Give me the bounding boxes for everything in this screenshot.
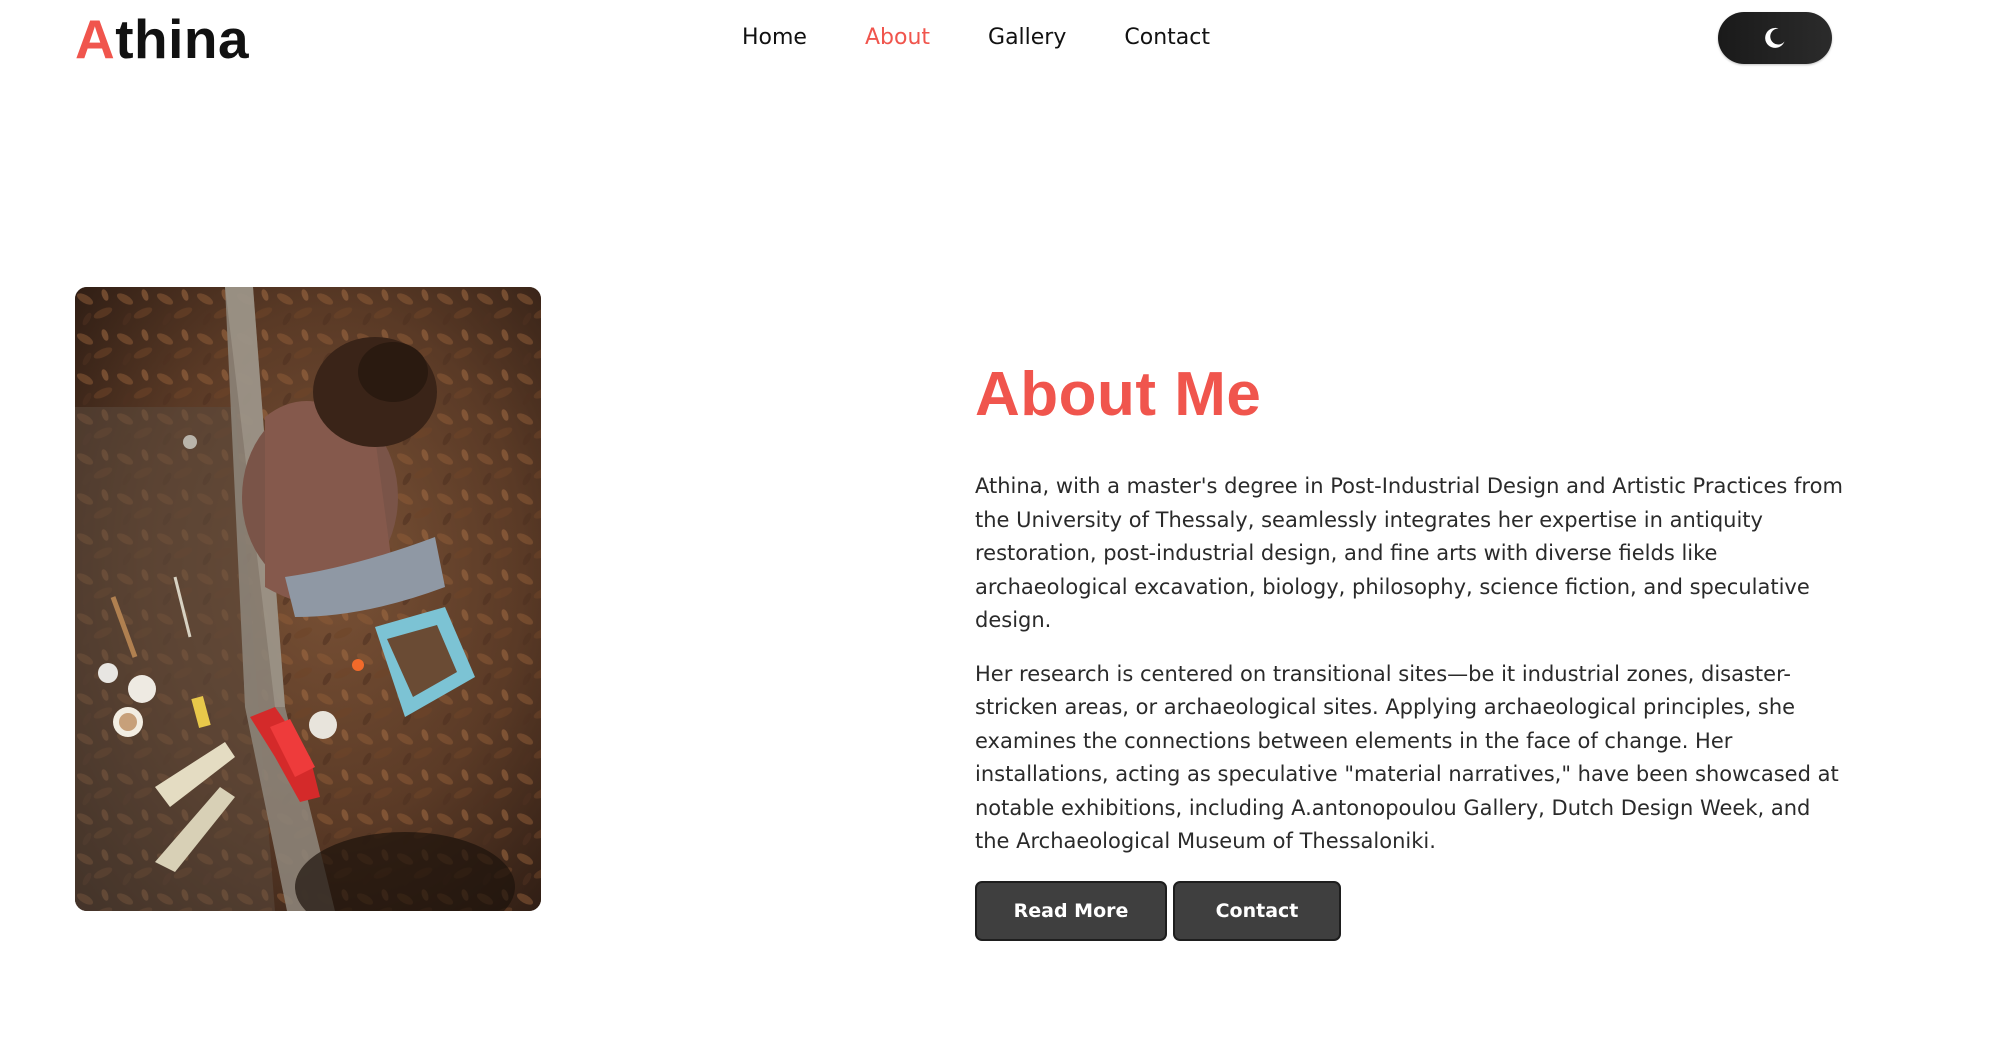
photo-illustration (75, 287, 541, 911)
nav-contact[interactable]: Contact (1124, 22, 1210, 54)
logo-name: thina (115, 8, 250, 70)
about-paragraph-2: Her research is centered on transitional… (975, 661, 1839, 854)
contact-button[interactable]: Contact (1173, 880, 1341, 941)
page: Athina Home About Gallery Contact About … (0, 0, 2008, 1048)
site-header: Athina Home About Gallery Contact (0, 0, 2008, 75)
profile-photo (75, 287, 541, 911)
logo-initial: A (75, 8, 116, 70)
nav-gallery[interactable]: Gallery (988, 22, 1066, 54)
nav-home[interactable]: Home (742, 22, 807, 54)
about-section: About Me Athina, with a master's degree … (975, 358, 1845, 941)
nav-about[interactable]: About (865, 22, 930, 54)
theme-toggle-button[interactable] (1718, 12, 1832, 64)
main-nav: Home About Gallery Contact (742, 22, 1268, 54)
moon-icon (1763, 26, 1787, 50)
about-paragraph-1: Athina, with a master's degree in Post-I… (975, 474, 1843, 632)
about-buttons: Read More Contact (975, 880, 1845, 941)
about-heading: About Me (975, 360, 1262, 429)
site-logo[interactable]: Athina (75, 6, 249, 72)
read-more-button[interactable]: Read More (975, 880, 1167, 941)
